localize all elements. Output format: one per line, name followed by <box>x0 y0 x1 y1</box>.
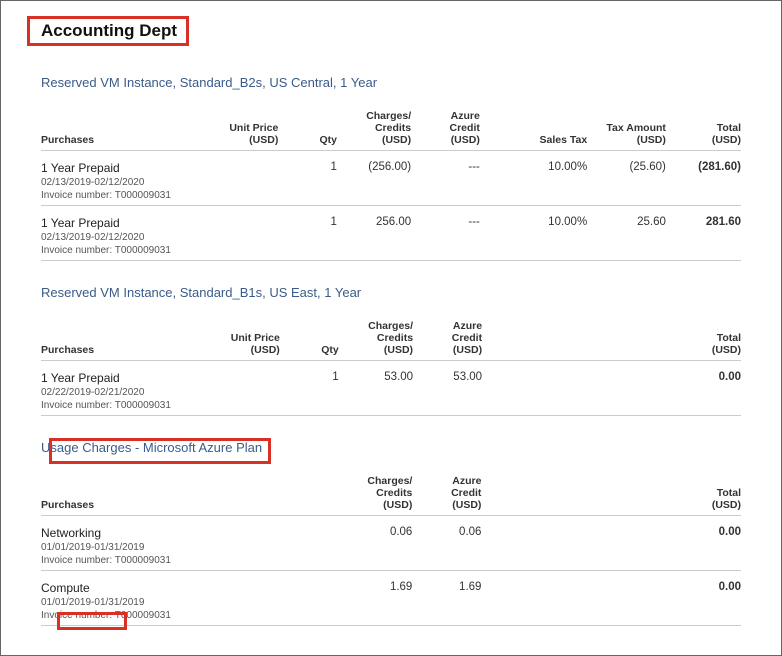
col-header <box>595 316 673 361</box>
cell <box>285 516 343 571</box>
col-header <box>285 471 343 516</box>
invoice-number: Invoice number: T000009031 <box>41 555 202 566</box>
invoice-number: Invoice number: T000009031 <box>41 400 201 411</box>
cell: 10.00% <box>486 206 593 261</box>
cell <box>206 151 284 206</box>
cell: 1 Year Prepaid 02/22/2019-02/21/2020 Invoi… <box>41 361 207 416</box>
cell <box>594 571 672 626</box>
date-range: 02/13/2019-02/12/2020 <box>41 232 200 243</box>
cell: (281.60) <box>672 151 741 206</box>
cell: 1 <box>284 151 343 206</box>
col-header <box>594 471 672 516</box>
col-header: Purchases <box>41 471 208 516</box>
cell: 0.00 <box>672 361 741 416</box>
col-header: Total(USD) <box>672 471 741 516</box>
col-header: AzureCredit(USD) <box>418 471 487 516</box>
purchase-name: 1 Year Prepaid <box>41 371 120 385</box>
col-header: Qty <box>286 316 345 361</box>
page-title: Accounting Dept <box>41 21 177 41</box>
col-header: Tax Amount(USD) <box>593 106 672 151</box>
cell: 1.69 <box>418 571 487 626</box>
cell <box>487 571 594 626</box>
cell: 0.00 <box>672 516 741 571</box>
cell <box>594 516 672 571</box>
section-heading: Reserved VM Instance, Standard_B2s, US C… <box>41 75 741 90</box>
table-row: Networking 01/01/2019-01/31/2019 Invoice n… <box>41 516 741 571</box>
charges-table: Purchases Charges/Credits(USD)AzureCredit… <box>41 471 741 626</box>
cell: Networking 01/01/2019-01/31/2019 Invoice n… <box>41 516 208 571</box>
charges-table: PurchasesUnit Price(USD)QtyCharges/Credi… <box>41 316 741 416</box>
cell: 0.06 <box>344 516 418 571</box>
cell: 1 <box>286 361 345 416</box>
col-header: AzureCredit(USD) <box>417 106 486 151</box>
col-header: Total(USD) <box>672 316 741 361</box>
cell: 1 <box>284 206 343 261</box>
cell <box>208 516 286 571</box>
col-header: Unit Price(USD) <box>206 106 284 151</box>
cell <box>285 571 343 626</box>
cell <box>208 571 286 626</box>
invoice-number: Invoice number: T000009031 <box>41 245 200 256</box>
cell: 10.00% <box>486 151 593 206</box>
col-header: AzureCredit(USD) <box>419 316 488 361</box>
charges-table: PurchasesUnit Price(USD)QtyCharges/Credi… <box>41 106 741 261</box>
col-header: Charges/Credits(USD) <box>345 316 419 361</box>
cell: 281.60 <box>672 206 741 261</box>
invoice-number: Invoice number: T000009031 <box>41 610 202 621</box>
col-header <box>488 316 595 361</box>
table-row: Compute 01/01/2019-01/31/2019 Invoice numb… <box>41 571 741 626</box>
section-heading: Reserved VM Instance, Standard_B1s, US E… <box>41 285 741 300</box>
col-header: Charges/Credits(USD) <box>344 471 418 516</box>
cell: 53.00 <box>419 361 488 416</box>
col-header: Sales Tax <box>486 106 593 151</box>
cell <box>488 361 595 416</box>
purchase-name: 1 Year Prepaid <box>41 161 120 175</box>
purchase-name: Compute <box>41 581 90 595</box>
section-heading: Usage Charges - Microsoft Azure Plan <box>41 440 741 455</box>
col-header: Charges/Credits(USD) <box>343 106 417 151</box>
col-header: Purchases <box>41 106 206 151</box>
date-range: 01/01/2019-01/31/2019 <box>41 597 202 608</box>
table-row: 1 Year Prepaid 02/22/2019-02/21/2020 Invoi… <box>41 361 741 416</box>
cell: Compute 01/01/2019-01/31/2019 Invoice numb… <box>41 571 208 626</box>
col-header: Purchases <box>41 316 207 361</box>
cell: 256.00 <box>343 206 417 261</box>
cell <box>487 516 594 571</box>
col-header <box>487 471 594 516</box>
col-header: Unit Price(USD) <box>207 316 286 361</box>
cell: 1 Year Prepaid 02/13/2019-02/12/2020 Invoi… <box>41 206 206 261</box>
cell: 0.06 <box>418 516 487 571</box>
cell <box>595 361 673 416</box>
cell: 1.69 <box>344 571 418 626</box>
table-row: 1 Year Prepaid 02/13/2019-02/12/2020 Invoi… <box>41 206 741 261</box>
cell <box>206 206 284 261</box>
date-range: 02/13/2019-02/12/2020 <box>41 177 200 188</box>
cell <box>207 361 286 416</box>
col-header: Total(USD) <box>672 106 741 151</box>
col-header <box>208 471 286 516</box>
cell: (25.60) <box>593 151 672 206</box>
purchase-name: Networking <box>41 526 101 540</box>
table-row: 1 Year Prepaid 02/13/2019-02/12/2020 Invoi… <box>41 151 741 206</box>
cell: --- <box>417 206 486 261</box>
col-header: Qty <box>284 106 343 151</box>
date-range: 01/01/2019-01/31/2019 <box>41 542 202 553</box>
date-range: 02/22/2019-02/21/2020 <box>41 387 201 398</box>
cell: 53.00 <box>345 361 419 416</box>
cell: (256.00) <box>343 151 417 206</box>
purchase-name: 1 Year Prepaid <box>41 216 120 230</box>
cell: 0.00 <box>672 571 741 626</box>
cell: 1 Year Prepaid 02/13/2019-02/12/2020 Invoi… <box>41 151 206 206</box>
invoice-number: Invoice number: T000009031 <box>41 190 200 201</box>
cell: 25.60 <box>593 206 672 261</box>
cell: --- <box>417 151 486 206</box>
